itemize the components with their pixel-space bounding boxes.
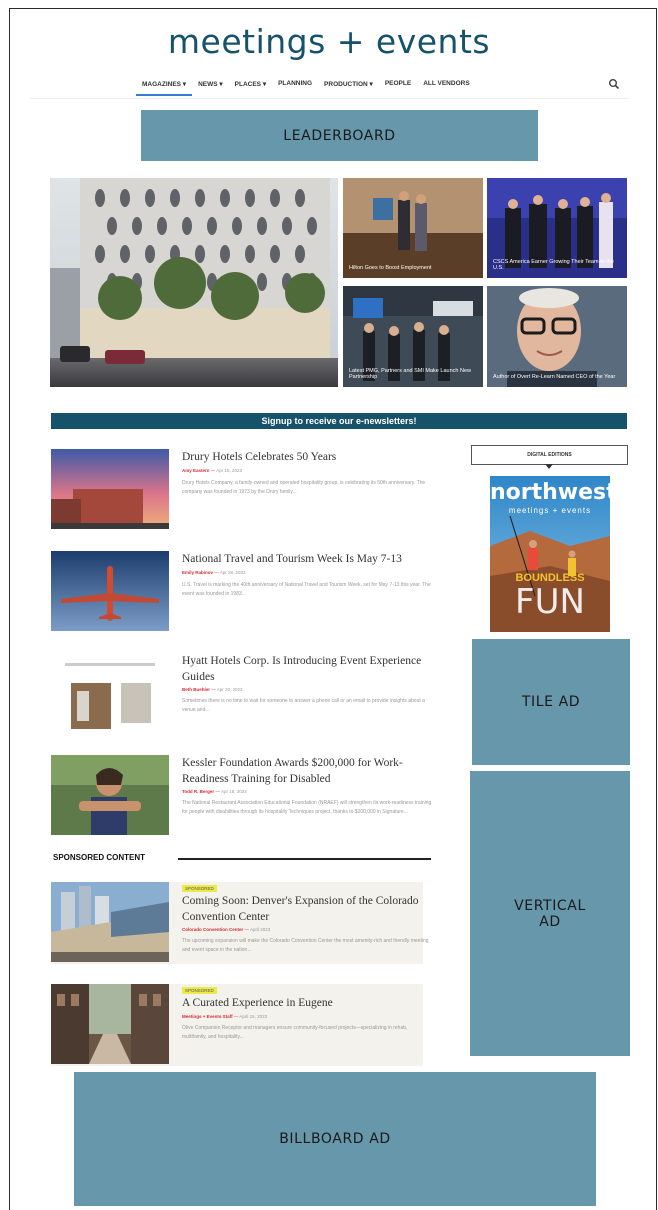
billboard-ad[interactable]: BILLBOARD AD <box>74 1072 596 1206</box>
article-meta: Colorado Convention Center — April 2023 <box>182 927 271 932</box>
article-excerpt: The National Restaurant Association Educ… <box>182 800 432 815</box>
sponsored-heading: SPONSORED CONTENT <box>53 853 146 862</box>
nav-item-places[interactable]: PLACES ▾ <box>229 72 272 96</box>
list-item[interactable]: National Travel and Tourism Week Is May … <box>51 551 431 633</box>
sponsored-badge: SPONSORED <box>182 987 217 994</box>
magazine-cover[interactable]: northwest meetings + events BOUNDLESS FU… <box>490 476 610 632</box>
hero-tile-1[interactable]: Hilton Goes to Boost Employment <box>343 178 483 278</box>
article-author[interactable]: Todd R. Berger <box>182 789 214 794</box>
article-meta: Emily Rabinov — Apr 28, 2023 <box>182 570 246 575</box>
article-meta: Meetings + Events Staff — April 15, 2023 <box>182 1014 268 1019</box>
hero-tile-2[interactable]: CSCS America Earner Growing Their Team t… <box>487 178 627 278</box>
article-date: April 15, 2023 <box>239 1014 268 1019</box>
article-title[interactable]: Drury Hotels Celebrates 50 Years <box>182 450 430 466</box>
eugene-street-image <box>51 984 169 1064</box>
article-author[interactable]: Colorado Convention Center <box>182 927 243 932</box>
digital-editions-header[interactable]: DIGITAL EDITIONS <box>471 445 628 465</box>
article-thumbnail[interactable] <box>51 755 169 835</box>
article-author[interactable]: Emily Rabinov <box>182 570 213 575</box>
article-date: Apr 15, 2023 <box>216 468 243 473</box>
nav-item-people[interactable]: PEOPLE <box>379 72 417 96</box>
article-excerpt: The upcoming expansion will make the Col… <box>182 938 429 953</box>
magazine-cover-line-2: FUN <box>515 582 585 622</box>
article-date: April 2023 <box>250 927 271 932</box>
portrait-image <box>487 286 627 387</box>
nav-item-magazines[interactable]: MAGAZINES ▾ <box>136 72 193 96</box>
vertical-ad[interactable]: VERTICAL AD <box>470 771 630 1056</box>
article-thumbnail[interactable] <box>51 984 169 1064</box>
article-excerpt: Olive Companion Receptor and managers en… <box>182 1025 408 1040</box>
article-date: Apr 18, 2023 <box>220 789 247 794</box>
article-title[interactable]: A Curated Experience in Eugene <box>182 996 430 1012</box>
search-icon[interactable] <box>608 78 620 90</box>
nav-divider <box>30 98 628 99</box>
article-title[interactable]: Coming Soon: Denver's Expansion of the C… <box>182 894 430 925</box>
sponsored-divider <box>178 858 431 860</box>
article-thumbnail[interactable] <box>51 653 169 733</box>
article-meta: Beth Buehler — Apr 20, 2023 <box>182 687 243 692</box>
building-image <box>50 178 338 387</box>
hero-tile-3-caption: Latest PMG, Partners and SMI Make Launch… <box>349 367 471 381</box>
site-logo[interactable]: meetings + events <box>0 22 658 61</box>
hotel-sunset-image <box>51 449 169 529</box>
article-title[interactable]: Kessler Foundation Awards $200,000 for W… <box>182 756 430 787</box>
list-item[interactable]: Drury Hotels Celebrates 50 Years Amy Eas… <box>51 449 431 531</box>
sponsored-badge: SPONSORED <box>182 885 217 892</box>
article-date: Apr 28, 2023 <box>219 570 246 575</box>
nav-item-production[interactable]: PRODUCTION ▾ <box>318 72 379 96</box>
restaurant-worker-image <box>51 755 169 835</box>
article-title[interactable]: Hyatt Hotels Corp. Is Introducing Event … <box>182 654 430 685</box>
newsletter-signup-bar[interactable]: Signup to receive our e-newsletters! <box>51 413 627 429</box>
article-author[interactable]: Meetings + Events Staff <box>182 1014 233 1019</box>
tile-ad[interactable]: TILE AD <box>472 639 630 765</box>
article-excerpt: U.S. Travel is marking the 40th annivers… <box>182 582 431 597</box>
article-meta: Amy Eastern — Apr 15, 2023 <box>182 468 243 473</box>
nav-item-planning[interactable]: PLANNING <box>272 72 318 96</box>
hero-main-image[interactable] <box>50 178 338 387</box>
nav-item-all-vendors[interactable]: ALL VENDORS <box>417 72 475 96</box>
article-author[interactable]: Amy Eastern <box>182 468 210 473</box>
hero-tile-3[interactable]: Latest PMG, Partners and SMI Make Launch… <box>343 286 483 387</box>
magazine-subtitle: meetings + events <box>508 506 592 515</box>
guide-screenshot-image <box>51 653 169 733</box>
list-item[interactable]: Hyatt Hotels Corp. Is Introducing Event … <box>51 653 431 735</box>
article-thumbnail[interactable] <box>51 882 169 962</box>
article-author[interactable]: Beth Buehler <box>182 687 210 692</box>
main-nav: MAGAZINES ▾ NEWS ▾ PLACES ▾ PLANNING PRO… <box>136 72 536 96</box>
hotel-lobby-image <box>343 178 483 278</box>
article-excerpt: Sometimes there is no time to wait for s… <box>182 698 425 713</box>
sponsored-item[interactable]: SPONSORED A Curated Experience in Eugene… <box>51 984 423 1066</box>
magazine-title: northwest <box>490 480 610 505</box>
caret-down-icon <box>545 464 553 469</box>
hero-tile-2-caption: CSCS America Earner Growing Their Team t… <box>493 258 614 272</box>
list-item[interactable]: Kessler Foundation Awards $200,000 for W… <box>51 755 431 837</box>
leaderboard-ad[interactable]: LEADERBOARD <box>141 110 538 161</box>
convention-center-image <box>51 882 169 962</box>
article-date: Apr 20, 2023 <box>216 687 243 692</box>
airplane-image <box>51 551 169 631</box>
hero-tile-4-caption: Author of Overt Re-Learn Named CEO of th… <box>493 374 616 381</box>
hero-tile-4[interactable]: Author of Overt Re-Learn Named CEO of th… <box>487 286 627 387</box>
article-thumbnail[interactable] <box>51 449 169 529</box>
article-excerpt: Drury Hotels Company, a family-owned and… <box>182 480 426 495</box>
sponsored-item[interactable]: SPONSORED Coming Soon: Denver's Expansio… <box>51 882 429 964</box>
article-title[interactable]: National Travel and Tourism Week Is May … <box>182 552 430 568</box>
article-thumbnail[interactable] <box>51 551 169 631</box>
article-meta: Todd R. Berger — Apr 18, 2023 <box>182 789 247 794</box>
hero-tile-1-caption: Hilton Goes to Boost Employment <box>349 265 432 272</box>
nav-item-news[interactable]: NEWS ▾ <box>192 72 229 96</box>
